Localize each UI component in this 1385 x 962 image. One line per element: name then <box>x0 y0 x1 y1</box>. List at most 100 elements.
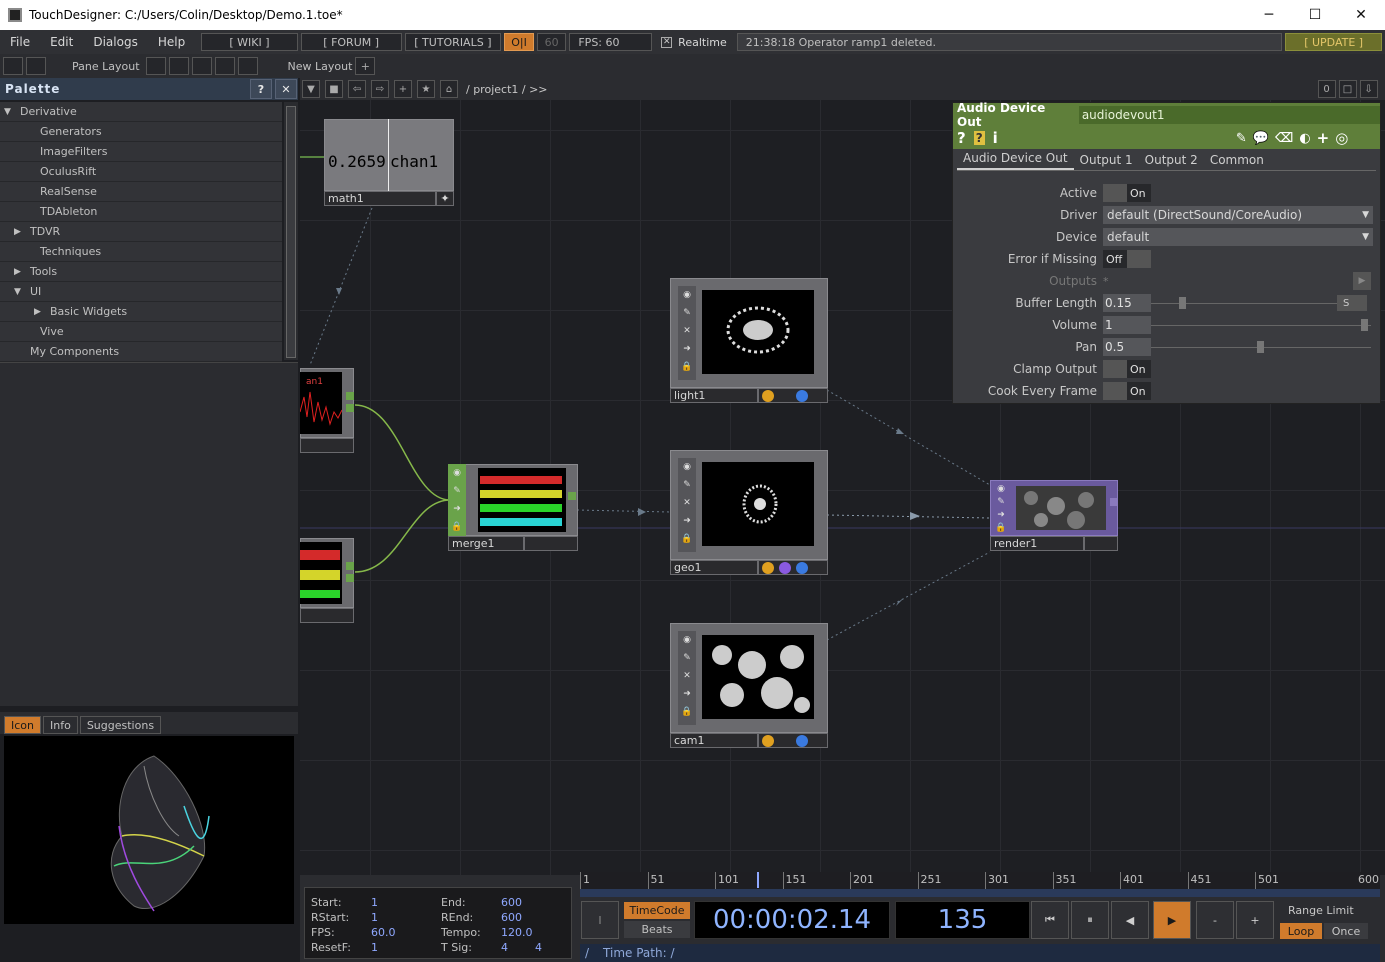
step-plus-button[interactable]: + <box>1236 901 1274 939</box>
close-button[interactable]: ✕ <box>1338 0 1384 30</box>
maximize-pane-icon[interactable]: □ <box>1338 80 1357 98</box>
loop-toggle[interactable]: Loop <box>1280 923 1322 939</box>
palette-item[interactable]: ▶ TDVR <box>0 222 282 242</box>
play-icon[interactable]: ▶ <box>1153 901 1191 939</box>
palette-scrollbar[interactable] <box>284 102 298 360</box>
palette-close-button[interactable]: ✕ <box>275 79 297 99</box>
merge1-arrow-icon[interactable]: ➜ <box>448 500 466 518</box>
cam1-display-flag[interactable] <box>796 735 808 747</box>
pane-type-icon[interactable] <box>3 57 23 75</box>
python-icon[interactable]: ◐ <box>1299 131 1310 146</box>
i-button[interactable]: I <box>581 901 619 939</box>
expand-arrow-icon[interactable]: ▶ <box>14 227 26 237</box>
geo1-bypass-icon[interactable]: ◉ <box>678 458 696 476</box>
realtime-checkbox[interactable]: ✕ <box>661 36 673 48</box>
step-back-icon[interactable]: ◀ <box>1111 901 1149 939</box>
active-toggle[interactable]: On <box>1103 184 1151 202</box>
end-value[interactable]: 600 <box>501 896 522 909</box>
forward-icon[interactable]: ⇨ <box>371 80 389 98</box>
outputs-play-icon[interactable]: ▶ <box>1353 272 1371 290</box>
comment-icon[interactable]: 💬 <box>1253 131 1269 146</box>
menu-dialogs[interactable]: Dialogs <box>83 35 147 49</box>
add-operator-icon[interactable]: + <box>394 80 412 98</box>
maximize-button[interactable]: ☐ <box>1292 0 1338 30</box>
render1-arrow-icon[interactable]: ➜ <box>994 508 1008 521</box>
network-zero-button[interactable]: 0 <box>1317 80 1336 98</box>
network-path[interactable]: / project1 / >> <box>466 83 548 96</box>
home-pane-icon[interactable] <box>26 57 46 75</box>
new-layout-button[interactable]: + <box>355 57 376 75</box>
operator-name-field[interactable]: audiodevout1 <box>1078 106 1380 124</box>
home-icon[interactable]: ⌂ <box>440 80 458 98</box>
cam1-edit-icon[interactable]: ✎ <box>678 649 696 667</box>
palette-item[interactable]: Generators <box>0 122 282 142</box>
start-value[interactable]: 1 <box>371 896 378 909</box>
outputs-field[interactable]: * <box>1103 275 1353 288</box>
cam1-bypass-icon[interactable]: ◉ <box>678 631 696 649</box>
tab-output-1[interactable]: Output 1 <box>1074 153 1139 170</box>
device-dropdown[interactable]: default <box>1103 228 1373 246</box>
expand-arrow-icon[interactable]: ▶ <box>34 307 46 317</box>
render1-edit-icon[interactable]: ✎ <box>994 495 1008 508</box>
tab-common[interactable]: Common <box>1204 153 1270 170</box>
layout-four-icon[interactable] <box>237 57 258 75</box>
pan-field[interactable]: 0.5 <box>1103 338 1151 356</box>
palette-item[interactable]: Techniques <box>0 242 282 262</box>
clamp-output-toggle[interactable]: On <box>1103 360 1151 378</box>
timeline-ruler[interactable]: 1 51 101 151 201 251 301 351 401 451 501 600 <box>580 872 1380 890</box>
palette-item[interactable]: Vive <box>0 322 282 342</box>
playhead[interactable] <box>757 872 759 888</box>
light1-edit-icon[interactable]: ✎ <box>678 304 696 322</box>
menu-file[interactable]: File <box>0 35 40 49</box>
buffer-length-unit[interactable]: S <box>1337 295 1367 311</box>
back-icon[interactable]: ⇦ <box>348 80 366 98</box>
buffer-length-slider[interactable] <box>1151 294 1337 312</box>
minimize-button[interactable]: ─ <box>1246 0 1292 30</box>
tutorials-button[interactable]: [ TUTORIALS ] <box>404 33 502 51</box>
perform-mode-toggle[interactable]: O|I <box>504 33 534 51</box>
fps-value[interactable]: 60.0 <box>371 926 396 939</box>
resetf-value[interactable]: 1 <box>371 941 378 954</box>
python-help-icon[interactable]: ? <box>973 131 985 145</box>
bookmark-star-icon[interactable]: ★ <box>417 80 435 98</box>
tsig-b-value[interactable]: 4 <box>535 941 542 954</box>
wiki-button[interactable]: [ WIKI ] <box>201 33 298 51</box>
help-icon[interactable]: ? <box>957 129 966 147</box>
light1-close-icon[interactable]: ✕ <box>678 322 696 340</box>
frame-display[interactable]: 135 <box>895 901 1030 939</box>
render1-flags[interactable] <box>1084 536 1118 551</box>
merge1-flags[interactable] <box>524 536 578 551</box>
layout-split-h-icon[interactable] <box>191 57 212 75</box>
menu-help[interactable]: Help <box>148 35 195 49</box>
geo1-render-flag[interactable] <box>762 562 774 574</box>
tab-audio-device-out[interactable]: Audio Device Out <box>957 151 1074 170</box>
layout-single-icon[interactable] <box>145 57 166 75</box>
merge1-bypass-icon[interactable]: ◉ <box>448 464 466 482</box>
once-toggle[interactable]: Once <box>1324 923 1368 939</box>
tempo-value[interactable]: 120.0 <box>501 926 533 939</box>
range-bar[interactable] <box>580 889 1380 897</box>
light1-render-flag[interactable] <box>762 390 774 402</box>
palette-help-button[interactable]: ? <box>250 79 272 99</box>
merge1-lock-icon[interactable]: 🔒 <box>448 518 466 536</box>
light1-arrow-icon[interactable]: ➜ <box>678 340 696 358</box>
expand-arrow-icon[interactable]: ▼ <box>14 287 26 297</box>
palette-item[interactable]: ▶ Tools <box>0 262 282 282</box>
palette-item[interactable]: RealSense <box>0 182 282 202</box>
geo1-lock-icon[interactable]: 🔒 <box>678 530 696 548</box>
timecode-display[interactable]: 00:00:02.14 <box>694 901 890 939</box>
stop-icon[interactable]: ■ <box>325 80 343 98</box>
merge1-edit-icon[interactable]: ✎ <box>448 482 466 500</box>
light1-display-flag[interactable] <box>796 390 808 402</box>
add-param-icon[interactable]: + <box>1317 129 1330 147</box>
cam1-lock-icon[interactable]: 🔒 <box>678 703 696 721</box>
pan-slider[interactable] <box>1151 338 1371 356</box>
step-minus-button[interactable]: - <box>1196 901 1234 939</box>
cook-every-frame-toggle[interactable]: On <box>1103 382 1151 400</box>
light1-lock-icon[interactable]: 🔒 <box>678 358 696 376</box>
geo1-instance-flag[interactable] <box>779 562 791 574</box>
cam1-arrow-icon[interactable]: ➜ <box>678 685 696 703</box>
palette-scroll-thumb[interactable] <box>286 106 296 358</box>
driver-dropdown[interactable]: default (DirectSound/CoreAudio) <box>1103 206 1373 224</box>
target-icon[interactable]: ◎ <box>1335 129 1348 147</box>
